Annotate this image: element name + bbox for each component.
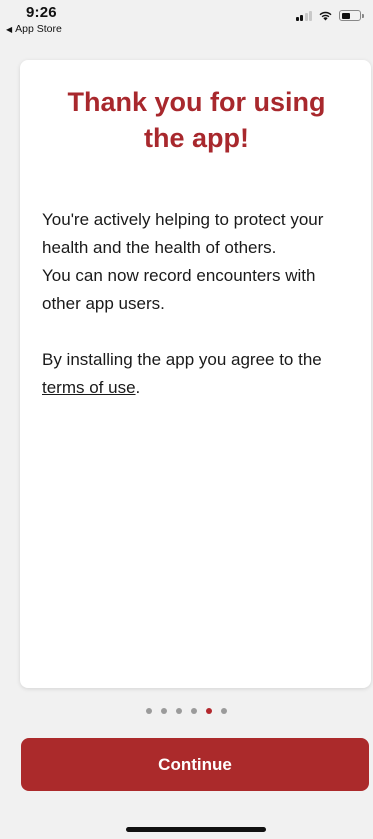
terms-suffix: . [135, 378, 141, 397]
page-dot [191, 708, 197, 714]
home-indicator[interactable] [126, 827, 266, 832]
page-indicator[interactable] [0, 708, 373, 714]
intro-line-2: You can now record encounters with other… [42, 266, 316, 313]
signal-icon [295, 10, 312, 21]
terms-of-use-link[interactable]: terms of use [42, 378, 136, 397]
back-to-app-store[interactable]: ◀ App Store [6, 23, 62, 35]
system-icons [295, 10, 364, 21]
status-bar: 9:26 ◀ App Store [0, 0, 373, 44]
terms-prefix: By installing the app you agree to the [42, 350, 322, 369]
card-title: Thank you for using the app! [67, 87, 326, 153]
page-dot [146, 708, 152, 714]
card-body: You're actively helping to protect your … [42, 206, 351, 402]
continue-button[interactable]: Continue [21, 738, 369, 791]
battery-icon [339, 10, 364, 21]
status-time: 9:26 [26, 4, 57, 21]
page-dot [206, 708, 212, 714]
page-dot [221, 708, 227, 714]
intro-line-1: You're actively helping to protect your … [42, 210, 324, 257]
page-dot [161, 708, 167, 714]
intro-paragraph: You're actively helping to protect your … [42, 206, 351, 318]
onboarding-card: Thank you for using the app! You're acti… [20, 60, 371, 688]
terms-paragraph: By installing the app you agree to the t… [42, 346, 351, 402]
back-app-label: App Store [15, 23, 62, 35]
wifi-icon [319, 11, 332, 21]
back-triangle-icon: ◀ [6, 24, 13, 34]
page-dot [176, 708, 182, 714]
